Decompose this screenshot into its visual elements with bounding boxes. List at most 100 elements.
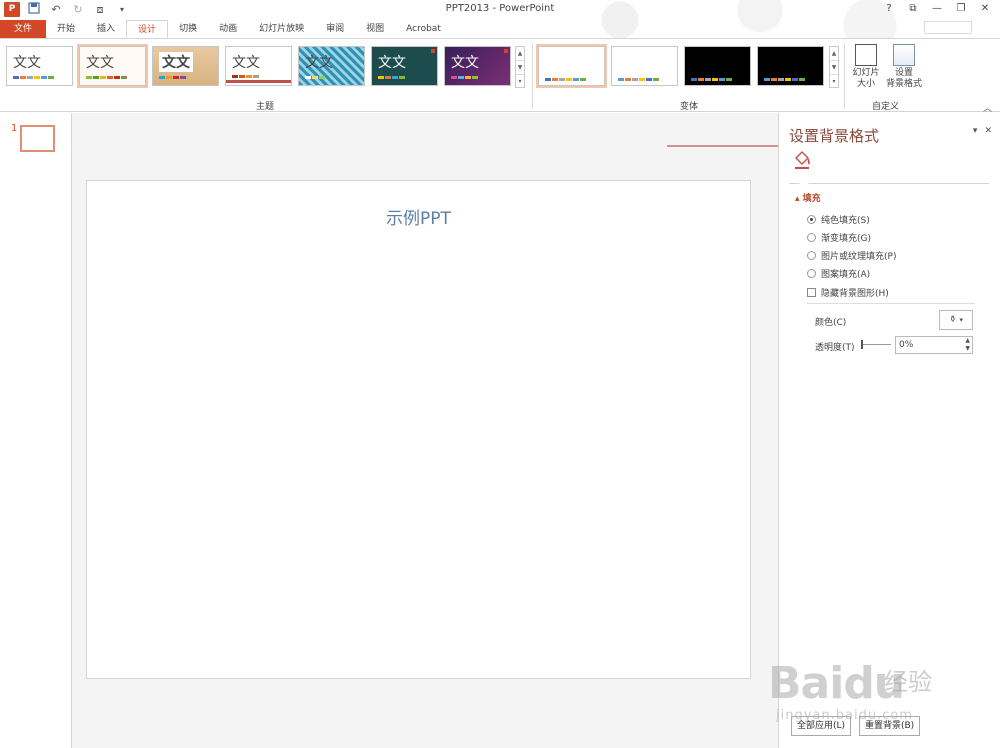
variants-gallery-scroll[interactable]: ▲ ▼ ▾ xyxy=(829,46,839,88)
scroll-down-icon[interactable]: ▼ xyxy=(516,61,524,75)
theme-preview-text: 文文 xyxy=(451,55,479,71)
theme-preview-text: 文文 xyxy=(159,52,193,72)
slide-size-icon xyxy=(855,44,877,66)
pane-close-icon[interactable]: ✕ xyxy=(984,126,992,136)
tab-home[interactable]: 开始 xyxy=(46,20,86,38)
theme-preview-text: 文文 xyxy=(378,55,406,71)
tab-insert[interactable]: 插入 xyxy=(86,20,126,38)
solid-fill-option[interactable]: 纯色填充(S) xyxy=(807,213,870,226)
customize-group-label: 自定义 xyxy=(872,102,900,112)
fill-section-header[interactable]: ▴ 填充 xyxy=(795,191,821,204)
tab-view[interactable]: 视图 xyxy=(355,20,395,38)
slide[interactable]: 示例PPT xyxy=(86,180,751,679)
gallery-more-icon[interactable]: ▾ xyxy=(516,75,524,88)
variant-1[interactable] xyxy=(536,44,607,88)
radio-button[interactable] xyxy=(807,233,816,242)
reset-background-button[interactable]: 重置背景(B) xyxy=(859,716,921,736)
gallery-more-icon[interactable]: ▾ xyxy=(830,75,838,88)
pane-options-icon[interactable]: ▾ xyxy=(973,126,978,136)
slide-size-label-line1: 幻灯片 xyxy=(852,68,880,78)
color-picker-button[interactable]: ⚱ ▾ xyxy=(939,310,973,330)
option-label: 纯色填充(S) xyxy=(821,216,870,226)
themes-gallery-scroll[interactable]: ▲ ▼ ▾ xyxy=(515,46,525,88)
variants-gallery xyxy=(536,44,824,88)
pattern-fill-option[interactable]: 图案填充(A) xyxy=(807,267,870,280)
minimize-icon[interactable]: — xyxy=(926,1,948,17)
variant-3[interactable] xyxy=(684,46,751,86)
title-bar: P ↶ ↻ ⧈ ▾ PPT2013 - PowerPoint ? ⧉ — ❐ ✕ xyxy=(0,0,1000,38)
theme-slice[interactable]: 文文 xyxy=(444,46,511,86)
scroll-up-icon[interactable]: ▲ xyxy=(516,47,524,61)
slide-size-label-line2: 大小 xyxy=(856,79,875,89)
theme-preview-text: 文文 xyxy=(232,55,260,71)
tab-file[interactable]: 文件 xyxy=(0,20,47,38)
format-background-pane: 设置背景格式 ▾ ✕ ▴ 填充 纯色填充(S) 渐变填充(G) 图片或纹理填充(… xyxy=(778,113,1000,748)
scroll-down-icon[interactable]: ▼ xyxy=(830,61,838,75)
themes-gallery: 文文 文文 文文 文文 文文 文文 文文 xyxy=(6,44,511,88)
option-label: 隐藏背景图形(H) xyxy=(821,289,889,299)
themes-group-label: 主题 xyxy=(256,102,275,112)
variants-group-label: 变体 xyxy=(680,102,699,112)
radio-button[interactable] xyxy=(807,215,816,224)
theme-organic[interactable]: 文文 xyxy=(298,46,365,86)
theme-office[interactable]: 文文 xyxy=(6,46,73,86)
checkbox[interactable] xyxy=(807,288,816,297)
slide-size-button[interactable]: 幻灯片 大小 xyxy=(849,44,883,90)
format-background-label-line2: 背景格式 xyxy=(885,79,922,89)
theme-preview-text: 文文 xyxy=(86,55,114,71)
slide-title[interactable]: 示例PPT xyxy=(87,204,750,229)
scroll-up-icon[interactable]: ▲ xyxy=(830,47,838,61)
paint-bucket-icon: ⚱ xyxy=(949,315,957,325)
variant-4[interactable] xyxy=(757,46,824,86)
slide-editor-canvas: 示例PPT xyxy=(72,113,778,748)
fill-paint-bucket-icon[interactable] xyxy=(791,149,813,171)
picture-texture-fill-option[interactable]: 图片或纹理填充(P) xyxy=(807,249,896,262)
radio-button[interactable] xyxy=(807,251,816,260)
close-icon[interactable]: ✕ xyxy=(974,1,996,17)
variant-2[interactable] xyxy=(611,46,678,86)
option-label: 渐变填充(G) xyxy=(821,234,871,244)
ribbon-design: 文文 文文 文文 文文 文文 文文 文文 ▲ ▼ ▾ 主题 ▲ ▼ ▾ 变体 幻… xyxy=(0,38,1000,114)
group-divider xyxy=(844,43,845,109)
option-label: 图片或纹理填充(P) xyxy=(821,252,897,262)
transparency-spinner[interactable]: 0% ▲ ▼ xyxy=(895,336,973,354)
apply-to-all-button[interactable]: 全部应用(L) xyxy=(791,716,852,736)
theme-retrospect[interactable]: 文文 xyxy=(371,46,438,86)
transparency-slider-thumb[interactable] xyxy=(861,340,863,349)
transparency-slider-track[interactable] xyxy=(861,344,891,345)
theme-integral[interactable]: 文文 xyxy=(152,46,219,86)
ribbon-display-options-icon[interactable]: ⧉ xyxy=(902,1,924,17)
restore-icon[interactable]: ❐ xyxy=(950,1,972,17)
ribbon-tabs: 文件 开始 插入 设计 切换 动画 幻灯片放映 审阅 视图 Acrobat xyxy=(0,20,1000,38)
tab-animations[interactable]: 动画 xyxy=(208,20,248,38)
format-background-icon xyxy=(893,44,915,66)
window-title: PPT2013 - PowerPoint xyxy=(445,3,555,14)
pane-divider xyxy=(789,183,989,184)
tab-design[interactable]: 设计 xyxy=(126,20,169,38)
chevron-down-icon: ▾ xyxy=(959,316,963,324)
tab-acrobat[interactable]: Acrobat xyxy=(395,20,452,38)
fill-section-label: 填充 xyxy=(802,194,821,204)
hide-background-graphics-option[interactable]: 隐藏背景图形(H) xyxy=(807,286,889,299)
window-controls: ? ⧉ — ❐ ✕ xyxy=(878,1,996,17)
slide-number: 1 xyxy=(11,123,18,134)
group-divider xyxy=(532,43,533,109)
theme-facet[interactable]: 文文 xyxy=(77,44,148,88)
spinner-arrows-icon[interactable]: ▲ ▼ xyxy=(965,337,970,353)
tab-indicator xyxy=(799,179,809,184)
radio-button[interactable] xyxy=(807,269,816,278)
slide-thumbnail[interactable] xyxy=(20,125,55,152)
help-icon[interactable]: ? xyxy=(878,1,900,17)
theme-preview-text: 文文 xyxy=(305,55,333,71)
option-label: 图案填充(A) xyxy=(821,270,871,280)
theme-ion-boardroom[interactable]: 文文 xyxy=(225,46,292,86)
gradient-fill-option[interactable]: 渐变填充(G) xyxy=(807,231,871,244)
theme-preview-text: 文文 xyxy=(13,55,41,71)
format-background-button[interactable]: 设置 背景格式 xyxy=(884,44,924,90)
tab-transitions[interactable]: 切换 xyxy=(168,20,208,38)
tab-review[interactable]: 审阅 xyxy=(315,20,355,38)
transparency-value[interactable]: 0% xyxy=(899,340,913,350)
section-divider xyxy=(807,303,975,304)
color-label: 颜色(C) xyxy=(815,318,847,328)
tab-slideshow[interactable]: 幻灯片放映 xyxy=(248,20,315,38)
